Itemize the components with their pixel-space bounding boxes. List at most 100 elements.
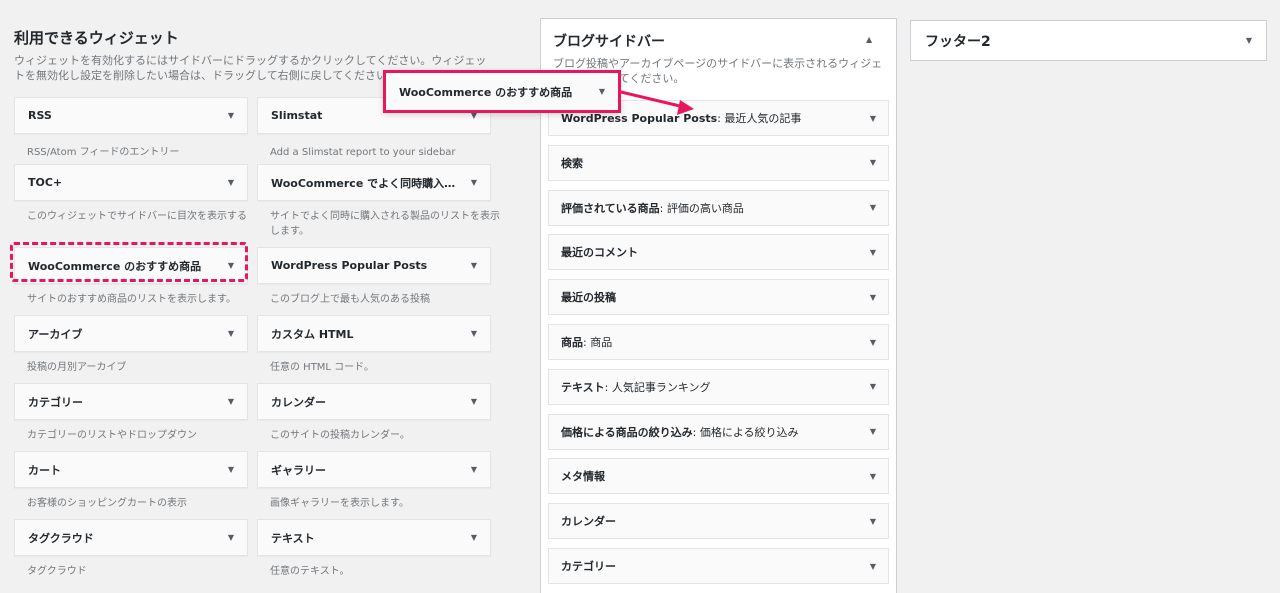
widget-item-label: WooCommerce でよく同時購入さ… [271, 176, 465, 190]
sidebar-widget-item[interactable]: カテゴリー ▼ [548, 548, 889, 584]
sidebar-widget-title: : 最近人気の記事 [717, 112, 802, 125]
chevron-down-icon[interactable]: ▼ [228, 533, 234, 542]
widget-item[interactable]: タグクラウド ▼ [14, 519, 248, 556]
sidebar-widget-label: 最近のコメント [561, 244, 864, 260]
chevron-down-icon[interactable]: ▼ [471, 329, 477, 338]
widget-item-description: サイトでよく同時に購入される製品のリストを表示します。 [270, 211, 500, 237]
widget-item-description: このサイトの投稿カレンダー。 [270, 430, 410, 441]
widget-item[interactable]: テキスト ▼ [257, 519, 491, 556]
widget-item-description: タグクラウド [27, 566, 87, 577]
sidebar-widget-name: メタ情報 [561, 470, 605, 484]
chevron-down-icon[interactable]: ▼ [870, 517, 876, 526]
chevron-down-icon[interactable]: ▼ [228, 111, 234, 120]
footer2-title: フッター2 [925, 33, 991, 50]
widget-item-description: カテゴリーのリストやドロップダウン [27, 430, 197, 441]
sidebar-widget-name: WordPress Popular Posts [561, 112, 718, 125]
sidebar-widget-label: メタ情報 [561, 468, 864, 484]
widget-item-description: お客様のショッピングカートの表示 [27, 498, 187, 509]
widget-item-description: 投稿の月別アーカイブ [27, 362, 127, 373]
sidebar-widget-label: 最近の投稿 [561, 289, 864, 305]
sidebar-widget-item[interactable]: 価格による商品の絞り込み: 価格による絞り込み ▼ [548, 413, 889, 450]
chevron-down-icon[interactable]: ▼ [870, 158, 876, 167]
widget-item-label: TOC+ [28, 176, 63, 189]
chevron-down-icon[interactable]: ▼ [870, 338, 876, 347]
sidebar-widget-item[interactable]: カレンダー ▼ [548, 503, 889, 540]
chevron-down-icon[interactable]: ▼ [228, 329, 234, 338]
chevron-down-icon[interactable]: ▼ [228, 465, 234, 474]
widget-item-description: 任意のテキスト。 [270, 566, 350, 577]
chevron-down-icon[interactable]: ▼ [471, 533, 477, 542]
dragging-widget-label: WooCommerce のおすすめ商品 [399, 85, 573, 99]
widget-item[interactable]: カート ▼ [14, 451, 248, 488]
chevron-down-icon[interactable]: ▼ [870, 382, 876, 391]
sidebar-widget-title: : 評価の高い商品 [659, 201, 744, 215]
widget-item-description: このブログ上で最も人気のある投稿 [270, 294, 430, 305]
sidebar-widget-title: : 商品 [583, 336, 613, 349]
widget-item-description: サイトのおすすめ商品のリストを表示します。 [27, 294, 236, 305]
footer2-panel[interactable]: フッター2 ▼ [910, 20, 1267, 61]
available-widgets-title: 利用できるウィジェット [14, 29, 179, 47]
widget-item-label: カレンダー [271, 395, 326, 409]
dragging-widget[interactable]: WooCommerce のおすすめ商品 ▼ [383, 70, 621, 113]
chevron-down-icon[interactable]: ▼ [471, 178, 477, 187]
widget-item[interactable]: WordPress Popular Posts ▼ [257, 247, 491, 284]
widget-item[interactable]: カテゴリー ▼ [14, 383, 248, 420]
chevron-down-icon[interactable]: ▼ [870, 203, 876, 212]
chevron-down-icon[interactable]: ▼ [870, 472, 876, 481]
sidebar-widget-name: 最近の投稿 [561, 291, 616, 305]
widget-item-description: Add a Slimstat report to your sidebar [270, 147, 456, 158]
sidebar-widget-name: 検索 [561, 156, 583, 170]
sidebar-widget-item[interactable]: 評価されている商品: 評価の高い商品 ▼ [548, 189, 889, 226]
sidebar-widget-item[interactable]: 最近の投稿 ▼ [548, 279, 889, 316]
sidebar-widget-title: : 人気記事ランキング [604, 380, 711, 394]
chevron-down-icon[interactable]: ▼ [870, 293, 876, 302]
widget-item-label: タグクラウド [28, 531, 94, 545]
sidebar-widget-label: カレンダー [561, 513, 864, 529]
chevron-down-icon[interactable]: ▼ [870, 427, 876, 436]
sidebar-widget-name: カテゴリー [561, 560, 616, 573]
chevron-down-icon[interactable]: ▼ [870, 248, 876, 257]
sidebar-widget-label: 価格による商品の絞り込み: 価格による絞り込み [561, 424, 864, 440]
sidebar-widget-name: カレンダー [561, 515, 616, 529]
widget-item[interactable]: RSS ▼ [14, 97, 248, 134]
widget-item-description: RSS/Atom フィードのエントリー [27, 147, 180, 158]
widget-item[interactable]: カスタム HTML ▼ [257, 315, 491, 352]
sidebar-widget-item[interactable]: メタ情報 ▼ [548, 458, 889, 495]
sidebar-widget-title: : 価格による絞り込み [692, 425, 799, 439]
chevron-down-icon[interactable]: ▼ [471, 261, 477, 270]
chevron-down-icon: ▼ [598, 87, 605, 96]
sidebar-widget-name: 価格による商品の絞り込み [561, 425, 693, 439]
sidebar-widget-item[interactable]: テキスト: 人気記事ランキング ▼ [548, 368, 889, 405]
chevron-down-icon[interactable]: ▼ [870, 562, 876, 571]
collapse-icon[interactable]: ▲ [866, 35, 872, 44]
widget-item[interactable]: ギャラリー ▼ [257, 451, 491, 488]
widget-item-label: WordPress Popular Posts [271, 259, 428, 272]
chevron-down-icon[interactable]: ▼ [228, 178, 234, 187]
sidebar-widget-name: 評価されている商品 [561, 201, 660, 215]
widget-item[interactable]: アーカイブ ▼ [14, 315, 248, 352]
chevron-down-icon[interactable]: ▼ [1246, 36, 1252, 45]
widget-item-description: 画像ギャラリーを表示します。 [270, 498, 409, 509]
widget-item-label: RSS [28, 109, 52, 122]
blog-sidebar-title[interactable]: ブログサイドバー [553, 31, 665, 51]
sidebar-widget-name: テキスト [561, 380, 605, 394]
sidebar-widget-name: 商品 [561, 336, 583, 349]
widget-item-label: テキスト [271, 531, 315, 545]
chevron-down-icon[interactable]: ▼ [471, 465, 477, 474]
widget-item-label: カテゴリー [28, 395, 83, 409]
widget-item[interactable]: WooCommerce でよく同時購入さ… ▼ [257, 164, 491, 201]
widget-item-label: カスタム HTML [271, 327, 354, 341]
sidebar-widget-item[interactable]: 商品: 商品 ▼ [548, 324, 889, 360]
widget-item[interactable]: カレンダー ▼ [257, 383, 491, 420]
widget-item-description: このウィジェットでサイドバーに目次を表示する [27, 211, 247, 222]
widget-item-label: アーカイブ [28, 327, 83, 341]
chevron-down-icon[interactable]: ▼ [228, 397, 234, 406]
sidebar-widget-item[interactable]: 検索 ▼ [548, 144, 889, 181]
chevron-down-icon[interactable]: ▼ [471, 397, 477, 406]
widget-item[interactable]: TOC+ ▼ [14, 164, 248, 201]
widget-item-description: 任意の HTML コード。 [270, 362, 374, 373]
chevron-down-icon[interactable]: ▼ [870, 114, 876, 123]
widget-item-label: ギャラリー [271, 463, 326, 477]
sidebar-widget-label: カテゴリー [561, 558, 864, 574]
sidebar-widget-item[interactable]: 最近のコメント ▼ [548, 234, 889, 271]
